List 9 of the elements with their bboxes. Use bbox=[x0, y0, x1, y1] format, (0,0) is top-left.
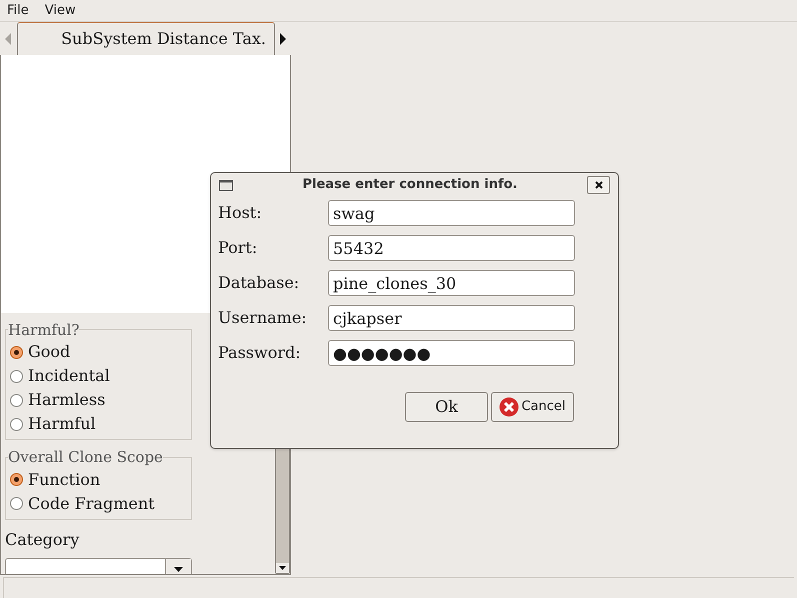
field-label: Password: bbox=[218, 342, 302, 364]
group-title: Harmful? bbox=[8, 320, 80, 340]
field-label: Port: bbox=[218, 237, 258, 259]
field-label: Username: bbox=[218, 307, 308, 329]
group-title: Overall Clone Scope bbox=[8, 447, 163, 468]
category-label: Category bbox=[5, 528, 80, 550]
dialog-title: Please enter connection info. bbox=[302, 176, 518, 194]
field-label: Database: bbox=[218, 272, 300, 294]
field-label: Host: bbox=[218, 202, 263, 224]
